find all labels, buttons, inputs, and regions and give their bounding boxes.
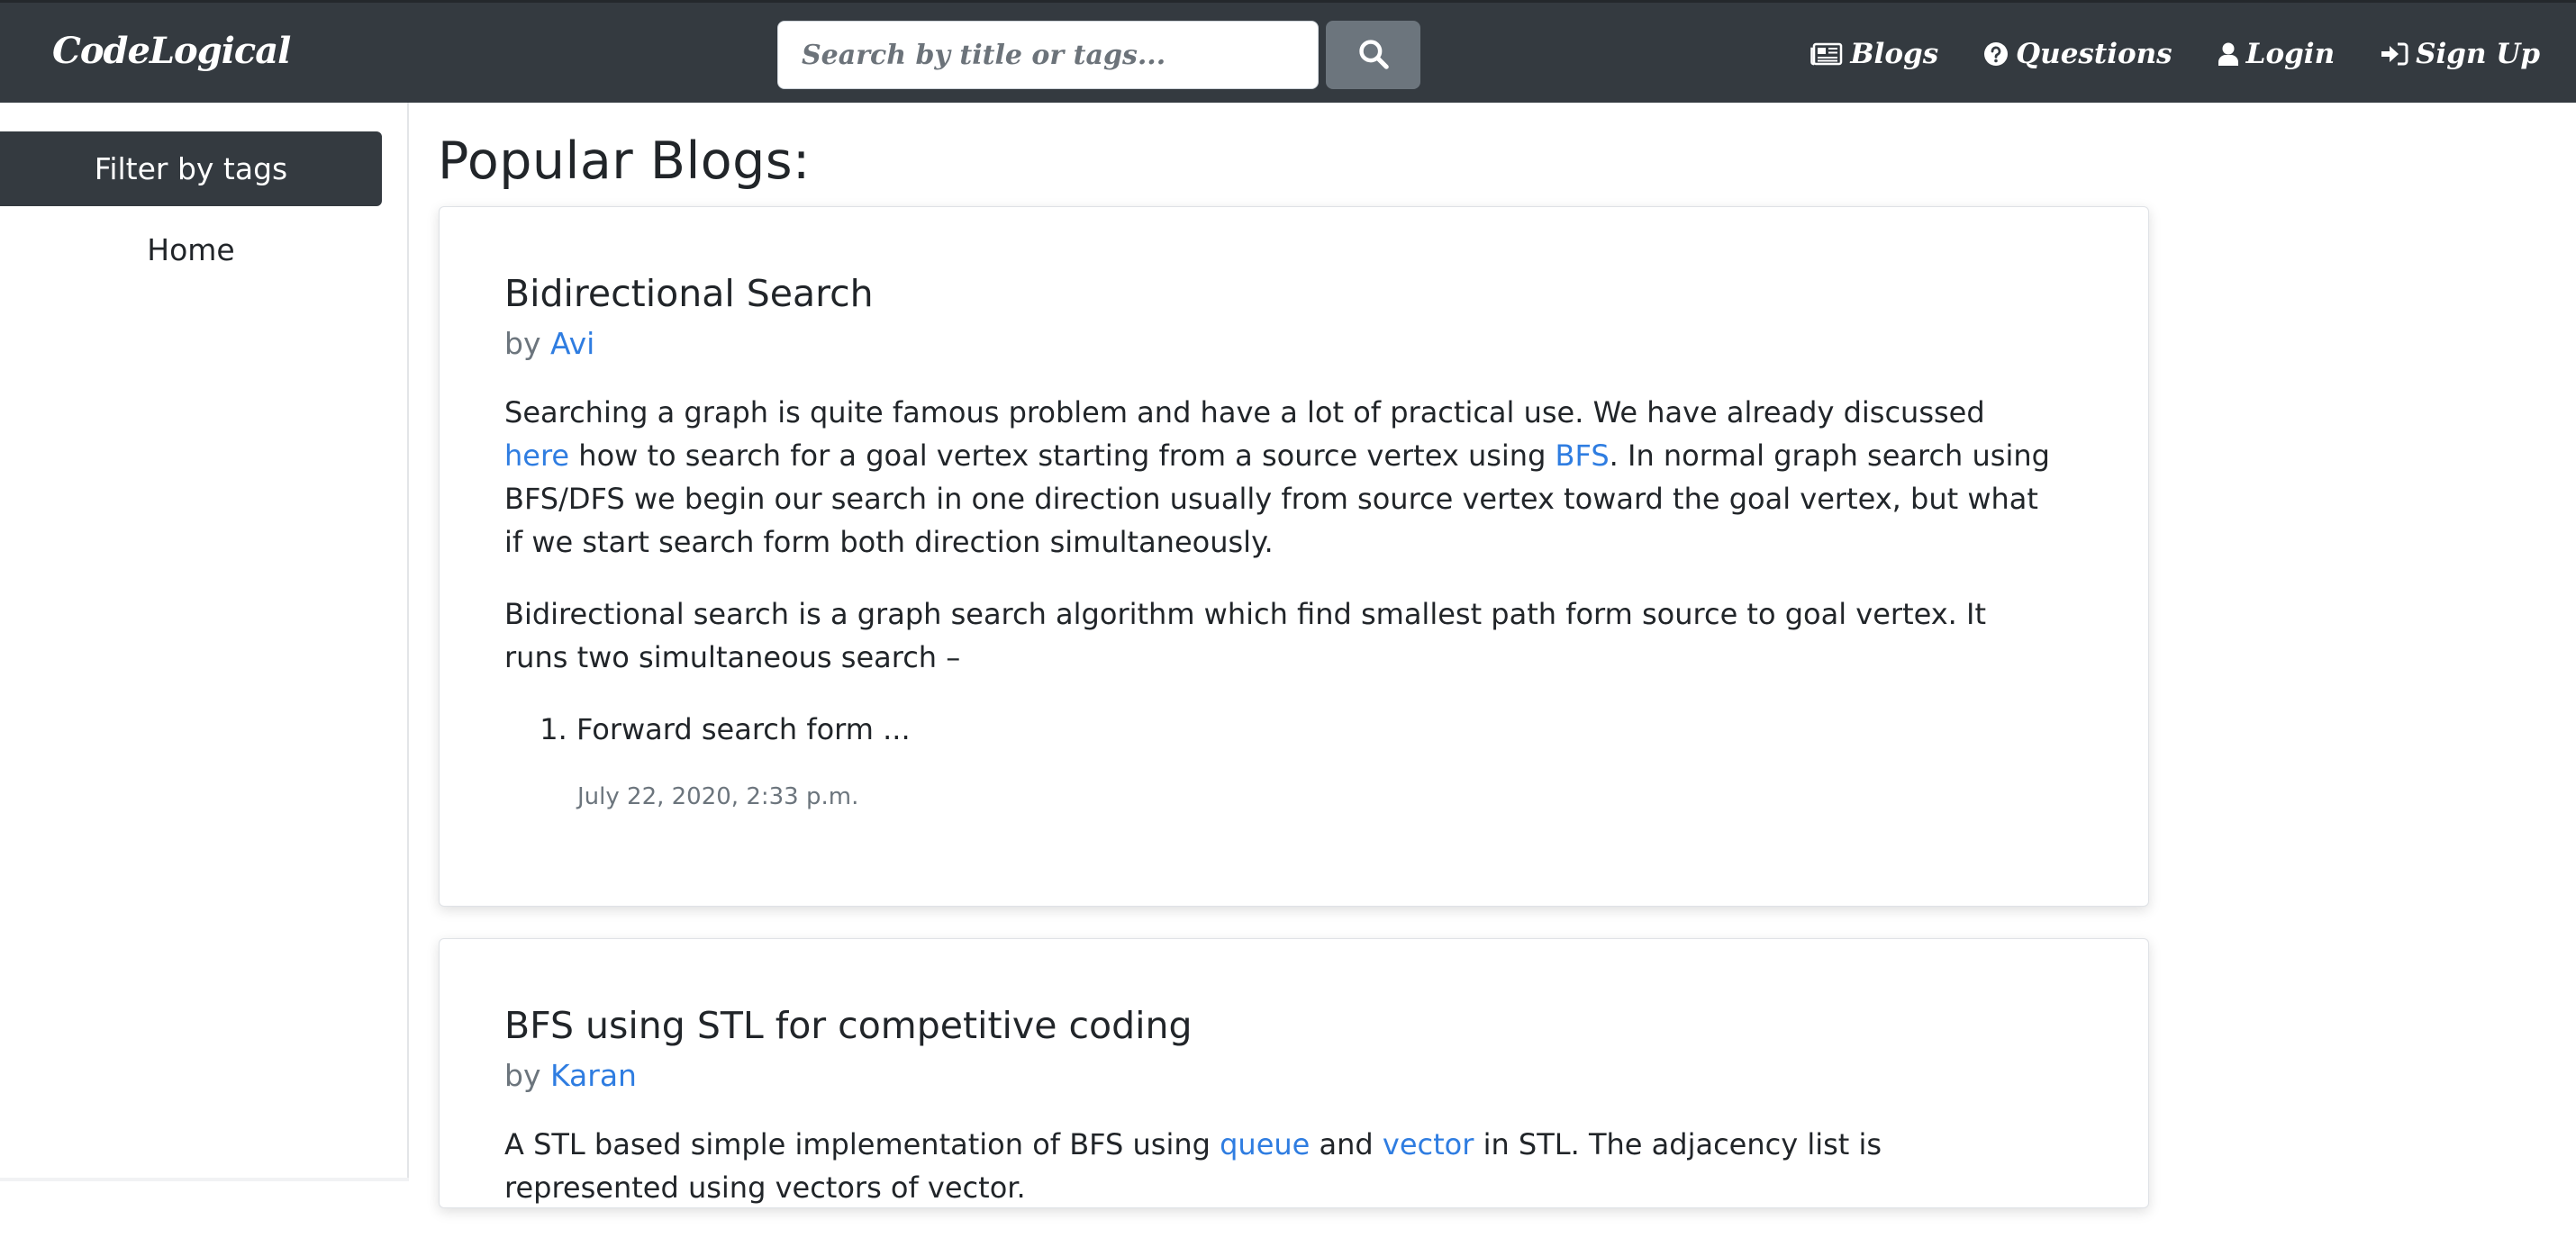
sidebar: Filter by tags Home bbox=[0, 103, 409, 1181]
sidebar-item-home[interactable]: Home bbox=[0, 222, 382, 276]
blog-date: July 22, 2020, 2:33 p.m. bbox=[577, 783, 859, 810]
nav-links: Blogs Questions Login Sign Up bbox=[1810, 3, 2540, 105]
excerpt-paragraph: A STL based simple implementation of BFS… bbox=[504, 1123, 2054, 1209]
blog-excerpt: Searching a graph is quite famous proble… bbox=[504, 391, 2054, 751]
blog-title[interactable]: Bidirectional Search bbox=[504, 272, 874, 315]
excerpt-paragraph: Searching a graph is quite famous proble… bbox=[504, 391, 2054, 564]
author-prefix: by bbox=[504, 1058, 541, 1093]
sign-in-icon bbox=[2380, 41, 2408, 67]
bfs-link[interactable]: BFS bbox=[1556, 438, 1610, 473]
nav-link-label: Login bbox=[2245, 38, 2336, 70]
filter-by-tags-button[interactable]: Filter by tags bbox=[0, 131, 382, 206]
vector-link[interactable]: vector bbox=[1383, 1127, 1474, 1161]
brand-logo[interactable]: CodeLogical bbox=[52, 30, 291, 72]
excerpt-paragraph: Bidirectional search is a graph search a… bbox=[504, 597, 1986, 674]
nav-link-login[interactable]: Login bbox=[2218, 38, 2335, 70]
blog-excerpt: A STL based simple implementation of BFS… bbox=[504, 1123, 2054, 1238]
excerpt-text: Searching a graph is quite famous proble… bbox=[504, 395, 1985, 429]
sidebar-divider bbox=[0, 1178, 409, 1181]
nav-link-label: Blogs bbox=[1850, 38, 1939, 70]
newspaper-icon bbox=[1810, 41, 1843, 67]
blog-title[interactable]: BFS using STL for competitive coding bbox=[504, 1004, 1193, 1047]
search-input[interactable] bbox=[777, 21, 1319, 89]
search-icon bbox=[1356, 37, 1391, 74]
excerpt-text: A STL based simple implementation of BFS… bbox=[504, 1127, 1220, 1161]
question-circle-icon bbox=[1983, 41, 2009, 67]
nav-link-label: Sign Up bbox=[2416, 38, 2540, 70]
queue-link[interactable]: queue bbox=[1220, 1127, 1310, 1161]
user-icon bbox=[2218, 41, 2239, 67]
excerpt-text: and bbox=[1310, 1127, 1383, 1161]
blog-author: by Karan bbox=[504, 1058, 637, 1093]
excerpt-list: Forward search form ... bbox=[576, 708, 2054, 751]
nav-link-questions[interactable]: Questions bbox=[1983, 38, 2172, 70]
blog-card: Bidirectional Search by Avi Searching a … bbox=[439, 206, 2149, 907]
list-item: Forward search form ... bbox=[576, 708, 2054, 751]
author-link[interactable]: Avi bbox=[550, 326, 594, 361]
blog-card: BFS using STL for competitive coding by … bbox=[439, 938, 2149, 1208]
navbar: CodeLogical Blogs bbox=[0, 0, 2576, 103]
author-prefix: by bbox=[504, 326, 541, 361]
blog-author: by Avi bbox=[504, 326, 594, 361]
nav-link-signup[interactable]: Sign Up bbox=[2380, 38, 2540, 70]
search-button[interactable] bbox=[1326, 21, 1420, 89]
nav-link-blogs[interactable]: Blogs bbox=[1810, 38, 1938, 70]
here-link[interactable]: here bbox=[504, 438, 569, 473]
nav-link-label: Questions bbox=[2016, 38, 2172, 70]
excerpt-text: how to search for a goal vertex starting… bbox=[569, 438, 1556, 473]
page-title: Popular Blogs: bbox=[438, 131, 811, 191]
author-link[interactable]: Karan bbox=[550, 1058, 637, 1093]
